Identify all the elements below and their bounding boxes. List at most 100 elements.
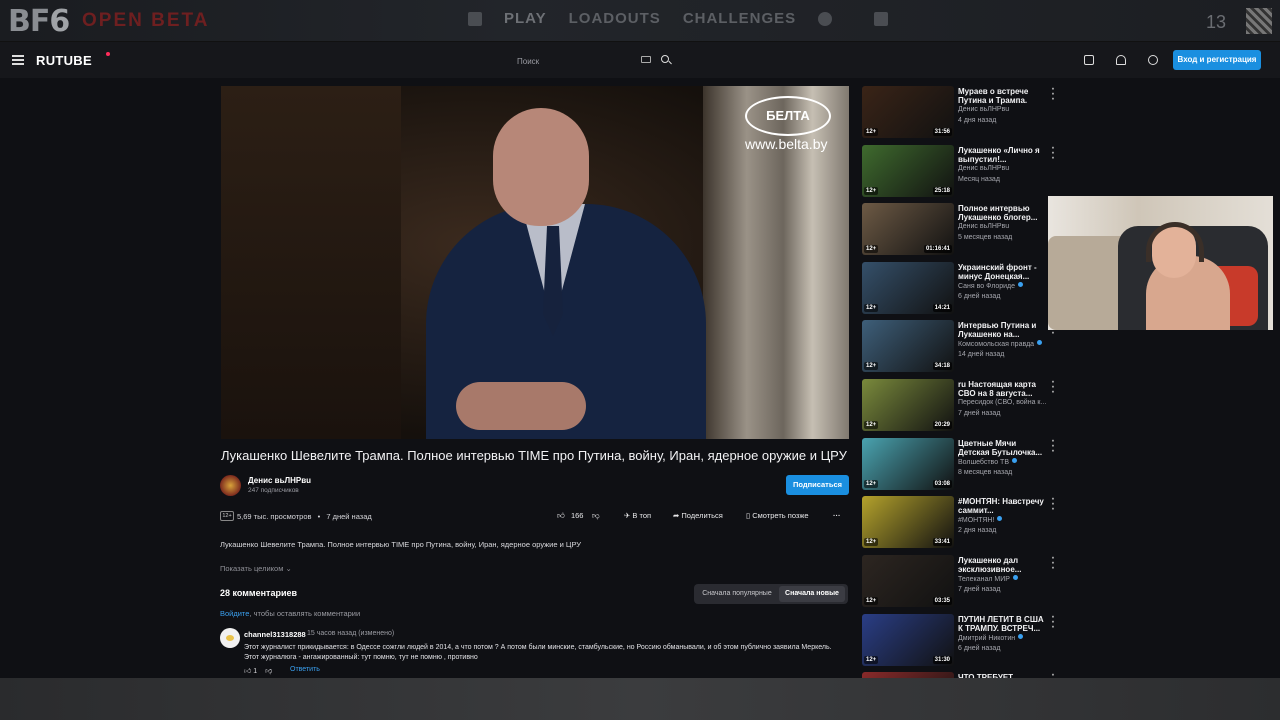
thumbs-down-icon: 👎︎	[592, 511, 600, 520]
recommendation-channel[interactable]: Денис вьЛНРвu	[958, 106, 1009, 113]
more-vertical-icon[interactable]: ···	[1050, 145, 1056, 164]
more-icon[interactable]: ···	[833, 511, 841, 520]
verified-icon	[1012, 575, 1018, 580]
video-player[interactable]: БЕЛТА www.belta.by	[221, 86, 849, 439]
recommendation-date: 4 дня назад	[958, 117, 997, 124]
recommendation-title[interactable]: Полное интервью Лукашенко блогер...	[958, 204, 1048, 222]
recommendation-item[interactable]: 12+ 20:29 ru Настоящая карта СВО на 8 авгу…	[862, 379, 1062, 431]
recommendation-item[interactable]: 12+ 03:08 Цветные Мячи Детская Бутылочка..…	[862, 438, 1062, 490]
channel-name[interactable]: Денис вьЛНРвu	[248, 476, 311, 485]
recommendation-thumbnail[interactable]: 12+ 31:30	[862, 614, 954, 666]
recommendation-age: 12+	[864, 304, 879, 312]
recommendation-channel[interactable]: Денис вьЛНРвu	[958, 223, 1009, 230]
recommendation-thumbnail[interactable]: 12+ 03:35	[862, 555, 954, 607]
recommendation-title[interactable]: Украинский фронт - минус Донецкая...	[958, 263, 1048, 281]
recommendation-duration: 03:08	[932, 480, 952, 488]
recommendation-item[interactable]: 12+ 14:21 Украинский фронт - минус Донецка…	[862, 262, 1062, 314]
recommendation-age: 12+	[864, 656, 879, 664]
recommendation-thumbnail[interactable]: 12+ 03:08	[862, 438, 954, 490]
sort-popular-tab[interactable]: Сначала популярные	[697, 587, 777, 601]
recommendation-age: 12+	[864, 128, 879, 136]
recommendation-channel[interactable]: Комсомольская правда	[958, 340, 1043, 348]
recommendation-age: 12+	[864, 187, 879, 195]
recommendation-channel[interactable]: #МОНТЯН!	[958, 516, 1003, 524]
recommendation-item[interactable]: 12+ 03:35 Лукашенко дал эксклюзивное... Тел…	[862, 555, 1062, 607]
recommendation-title[interactable]: Интервью Путина и Лукашенко на...	[958, 321, 1048, 339]
game-nav-play[interactable]: PLAY	[504, 10, 547, 27]
recommendation-age: 12+	[864, 538, 879, 546]
recommendation-age: 12+	[864, 421, 879, 429]
theme-icon[interactable]	[1148, 55, 1158, 65]
more-vertical-icon[interactable]: ···	[1050, 379, 1056, 398]
more-vertical-icon[interactable]: ···	[1050, 86, 1056, 105]
dislike-button[interactable]: 👎︎	[592, 511, 600, 521]
recommendation-title[interactable]: Цветные Мячи Детская Бутылочка...	[958, 439, 1048, 457]
video-title: Лукашенко Шевелите Трампа. Полное интерв…	[221, 448, 847, 463]
share-icon: ➦	[673, 511, 680, 520]
more-vertical-icon[interactable]: ···	[1050, 438, 1056, 457]
comment-username[interactable]: channel31318288	[244, 630, 306, 639]
comment-avatar[interactable]	[220, 628, 240, 648]
more-vertical-icon[interactable]: ···	[1050, 496, 1056, 515]
recommendation-date: 7 дней назад	[958, 586, 1001, 593]
game-square-icon[interactable]	[874, 12, 889, 26]
recommendation-channel[interactable]: Пересидок (СВО, война к...	[958, 399, 1046, 406]
keyboard-icon[interactable]	[641, 56, 651, 63]
gear-icon[interactable]	[818, 12, 833, 26]
game-menu-icon	[468, 12, 482, 26]
recommendation-title[interactable]: ПУТИН ЛЕТИТ В США К ТРАМПУ. ВСТРЕЧ...	[958, 615, 1048, 633]
rutube-logo[interactable]: RUTUBE	[36, 53, 92, 68]
recommendation-item[interactable]: 12+ 34:18 Интервью Путина и Лукашенко на..…	[862, 320, 1062, 372]
game-nav: PLAY LOADOUTS CHALLENGES	[468, 10, 889, 27]
recommendation-thumbnail[interactable]: 12+ 25:18	[862, 145, 954, 197]
login-button[interactable]: Вход и регистрация	[1173, 50, 1261, 70]
recommendation-thumbnail[interactable]: 12+ 20:29	[862, 379, 954, 431]
bell-icon[interactable]	[1116, 55, 1126, 65]
watch-later-button[interactable]: ▯ Смотреть позже	[746, 511, 809, 520]
game-overlay-bar: BF6 OPEN BETA PLAY LOADOUTS CHALLENGES 1…	[0, 0, 1280, 42]
recommendation-channel[interactable]: Саня во Флориде	[958, 282, 1024, 290]
recommendation-channel[interactable]: Телеканал МИР	[958, 575, 1018, 583]
top-button[interactable]: ✈ В топ	[624, 511, 651, 520]
recommendation-title[interactable]: Мураев о встрече Путина и Трампа.	[958, 87, 1048, 105]
recommendation-thumbnail[interactable]: 12+ 01:16:41	[862, 203, 954, 255]
recommendation-item[interactable]: 12+ 33:41 #МОНТЯН: Навстречу саммит... #МОН…	[862, 496, 1062, 548]
comments-count: 28 комментариев	[220, 588, 298, 598]
recommendation-channel[interactable]: Денис вьЛНРвu	[958, 165, 1009, 172]
recommendation-item[interactable]: 12+ 31:56 Мураев о встрече Путина и Трампа…	[862, 86, 1062, 138]
recommendation-channel[interactable]: Волшебство ТВ	[958, 458, 1017, 466]
show-full-button[interactable]: Показать целиком ⌄	[220, 564, 292, 573]
search-icon[interactable]	[661, 55, 669, 63]
game-logo: BF6	[8, 4, 70, 39]
subscribe-button[interactable]: Подписаться	[786, 475, 849, 495]
recommendation-thumbnail[interactable]: 12+ 31:56	[862, 86, 954, 138]
recommendation-thumbnail[interactable]: 12+ 34:18	[862, 320, 954, 372]
comment-like-button[interactable]: 👍︎ 1 👎︎	[244, 666, 272, 675]
recommendation-item[interactable]: 12+ 01:16:41 Полное интервью Лукашенко бло…	[862, 203, 1062, 255]
thumbs-down-icon[interactable]: 👎︎	[265, 668, 272, 675]
game-nav-loadouts[interactable]: LOADOUTS	[569, 10, 661, 27]
login-prompt-text: , чтобы оставлять комментарии	[249, 609, 361, 618]
search-input[interactable]: Поиск	[517, 57, 539, 66]
recommendation-item[interactable]: 12+ 31:30 ПУТИН ЛЕТИТ В США К ТРАМПУ. ВСТР…	[862, 614, 1062, 666]
more-vertical-icon[interactable]: ···	[1050, 555, 1056, 574]
reply-button[interactable]: Ответить	[290, 666, 320, 673]
more-vertical-icon[interactable]: ···	[1050, 614, 1056, 633]
recommendation-title[interactable]: #МОНТЯН: Навстречу саммит...	[958, 497, 1048, 515]
like-button[interactable]: 👍︎ 166	[557, 511, 583, 521]
sort-new-tab[interactable]: Сначала новые	[779, 586, 845, 602]
recommendation-thumbnail[interactable]: 12+ 33:41	[862, 496, 954, 548]
recommendation-thumbnail[interactable]: 12+ 14:21	[862, 262, 954, 314]
recommendation-title[interactable]: Лукашенко дал эксклюзивное...	[958, 556, 1048, 574]
recommendation-title[interactable]: ru Настоящая карта СВО на 8 августа...	[958, 380, 1048, 398]
login-link[interactable]: Войдите	[220, 609, 249, 618]
recommendation-item[interactable]: 12+ 25:18 Лукашенко «Лично я выпустил!... Д…	[862, 145, 1062, 197]
upload-icon[interactable]	[1084, 55, 1094, 65]
recommendation-channel[interactable]: Дмитрий Никотин	[958, 634, 1024, 642]
share-button[interactable]: ➦ Поделиться	[673, 511, 723, 520]
channel-avatar[interactable]	[220, 475, 241, 496]
recommendation-title[interactable]: Лукашенко «Лично я выпустил!...	[958, 146, 1048, 164]
game-nav-challenges[interactable]: CHALLENGES	[683, 10, 796, 27]
menu-icon[interactable]	[12, 55, 24, 65]
recommendation-channel-name: Денис вьЛНРвu	[958, 165, 1010, 172]
